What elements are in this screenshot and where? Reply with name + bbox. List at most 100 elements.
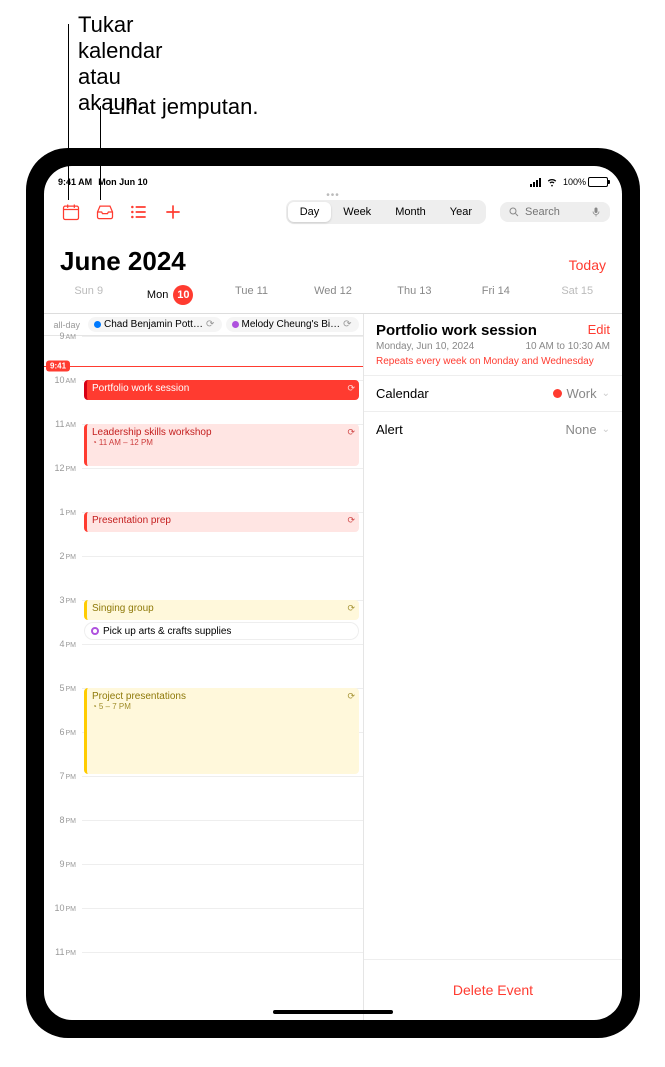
- day-cell[interactable]: Tue 11: [211, 285, 292, 305]
- repeat-icon: ⟳: [347, 383, 355, 394]
- battery-icon: [588, 177, 608, 187]
- chevron-icon: ⌄: [602, 388, 610, 399]
- repeat-icon: ⟳: [347, 603, 355, 614]
- detail-date: Monday, Jun 10, 2024: [376, 341, 474, 352]
- allday-row: all-day Chad Benjamin Pott…⟳ Melody Cheu…: [44, 314, 363, 336]
- callout-line-1: [68, 24, 69, 200]
- hour-label: 1PM: [44, 507, 82, 551]
- edit-button[interactable]: Edit: [588, 322, 610, 337]
- detail-alert-row[interactable]: Alert None⌄: [364, 411, 622, 447]
- search-field[interactable]: [500, 202, 610, 222]
- event-leadership[interactable]: Leadership skills workshop ◔11 AM – 12 P…: [84, 424, 359, 466]
- hour-label: 2PM: [44, 551, 82, 595]
- view-month[interactable]: Month: [383, 202, 438, 222]
- hour-label: 5PM: [44, 683, 82, 727]
- hour-label: 6PM: [44, 727, 82, 771]
- ipad-frame: ••• 9:41 AM Mon Jun 10 100%: [26, 148, 640, 1038]
- clock-icon: ◔: [92, 702, 97, 711]
- home-indicator[interactable]: [273, 1010, 393, 1014]
- hour-label: 7PM: [44, 771, 82, 815]
- battery-percent: 100%: [563, 177, 586, 187]
- event-presentation-prep[interactable]: Presentation prep⟳: [84, 512, 359, 532]
- hour-label: 9PM: [44, 859, 82, 903]
- view-day[interactable]: Day: [288, 202, 332, 222]
- hour-row: 10PM: [44, 908, 363, 952]
- clock-icon: ◔: [92, 438, 97, 447]
- delete-event-button[interactable]: Delete Event: [364, 959, 622, 1020]
- repeat-icon: ⟳: [347, 515, 355, 526]
- calendar-color-icon: [553, 389, 562, 398]
- day-cell[interactable]: Wed 12: [292, 285, 373, 305]
- detail-repeat: Repeats every week on Monday and Wednesd…: [364, 356, 622, 375]
- detail-calendar-row[interactable]: Calendar Work⌄: [364, 375, 622, 411]
- hour-label: 4PM: [44, 639, 82, 683]
- add-event-button[interactable]: [158, 197, 188, 227]
- calendars-button[interactable]: [56, 197, 86, 227]
- signal-icon: [530, 178, 541, 187]
- mic-icon[interactable]: [590, 206, 602, 218]
- day-cell[interactable]: Thu 13: [374, 285, 455, 305]
- view-year[interactable]: Year: [438, 202, 484, 222]
- day-cell[interactable]: Sat 15: [537, 285, 618, 305]
- chevron-icon: ⌄: [602, 424, 610, 435]
- search-input[interactable]: [525, 206, 585, 218]
- timeline-pane[interactable]: all-day Chad Benjamin Pott…⟳ Melody Cheu…: [44, 314, 364, 1020]
- screen: ••• 9:41 AM Mon Jun 10 100%: [44, 166, 622, 1020]
- detail-calendar-label: Calendar: [376, 386, 429, 401]
- dot-icon: [232, 321, 239, 328]
- hour-row: 11PM: [44, 952, 363, 996]
- event-pickup[interactable]: Pick up arts & crafts supplies: [84, 622, 359, 640]
- event-project-presentations[interactable]: Project presentations ◔5 – 7 PM ⟳: [84, 688, 359, 774]
- hour-label: 11PM: [44, 947, 82, 991]
- circle-icon: [91, 627, 99, 635]
- wifi-icon: [545, 174, 559, 191]
- status-time: 9:41 AM: [58, 177, 92, 187]
- allday-label: all-day: [48, 320, 84, 330]
- allday-event-1[interactable]: Chad Benjamin Pott…⟳: [88, 317, 222, 332]
- hour-row: 7PM: [44, 776, 363, 820]
- detail-time: 10 AM to 10:30 AM: [526, 341, 611, 352]
- hour-label: 10PM: [44, 903, 82, 947]
- day-cell[interactable]: Sun 9: [48, 285, 129, 305]
- allday-event-2[interactable]: Melody Cheung's Bi…⟳: [226, 317, 360, 332]
- callout-line-2: [100, 106, 101, 200]
- view-segmented-control: Day Week Month Year: [286, 200, 486, 224]
- status-bar: 9:41 AM Mon Jun 10 100%: [44, 166, 622, 192]
- hour-label: 8PM: [44, 815, 82, 859]
- month-header: June 2024 Today: [44, 232, 622, 285]
- day-cell[interactable]: Fri 14: [455, 285, 536, 305]
- hour-row: 9PM: [44, 864, 363, 908]
- status-date: Mon Jun 10: [98, 177, 148, 187]
- hour-row: 2PM: [44, 556, 363, 600]
- repeat-icon: ⟳: [343, 319, 351, 330]
- repeat-icon: ⟳: [206, 319, 214, 330]
- list-button[interactable]: [124, 197, 154, 227]
- hour-row: 8PM: [44, 820, 363, 864]
- current-time-badge: 9:41: [46, 361, 70, 372]
- month-title: June 2024: [60, 246, 186, 277]
- repeat-icon: ⟳: [347, 427, 355, 438]
- multitask-dots[interactable]: •••: [326, 190, 340, 201]
- detail-alert-label: Alert: [376, 422, 403, 437]
- detail-title: Portfolio work session: [376, 322, 537, 339]
- hour-row: 4PM: [44, 644, 363, 688]
- repeat-icon: ⟳: [347, 691, 355, 702]
- day-cell[interactable]: Mon 10: [129, 285, 210, 305]
- camera-notch: [299, 154, 367, 161]
- hour-label: 11AM: [44, 419, 82, 463]
- inbox-button[interactable]: [90, 197, 120, 227]
- hour-label: 10AM: [44, 375, 82, 419]
- event-detail-pane: Portfolio work session Edit Monday, Jun …: [364, 314, 622, 1020]
- event-portfolio[interactable]: Portfolio work session⟳: [84, 380, 359, 400]
- weekday-row: Sun 9Mon 10Tue 11Wed 12Thu 13Fri 14Sat 1…: [44, 285, 622, 314]
- hour-row: 12PM: [44, 468, 363, 512]
- hour-row: 9AM: [44, 336, 363, 380]
- hour-label: 3PM: [44, 595, 82, 639]
- view-week[interactable]: Week: [331, 202, 383, 222]
- hour-label: 12PM: [44, 463, 82, 507]
- event-singing[interactable]: Singing group⟳: [84, 600, 359, 620]
- today-button[interactable]: Today: [569, 257, 606, 273]
- dot-icon: [94, 321, 101, 328]
- search-icon: [508, 206, 520, 218]
- annotation-inbox: Lihat jemputan.: [108, 94, 258, 120]
